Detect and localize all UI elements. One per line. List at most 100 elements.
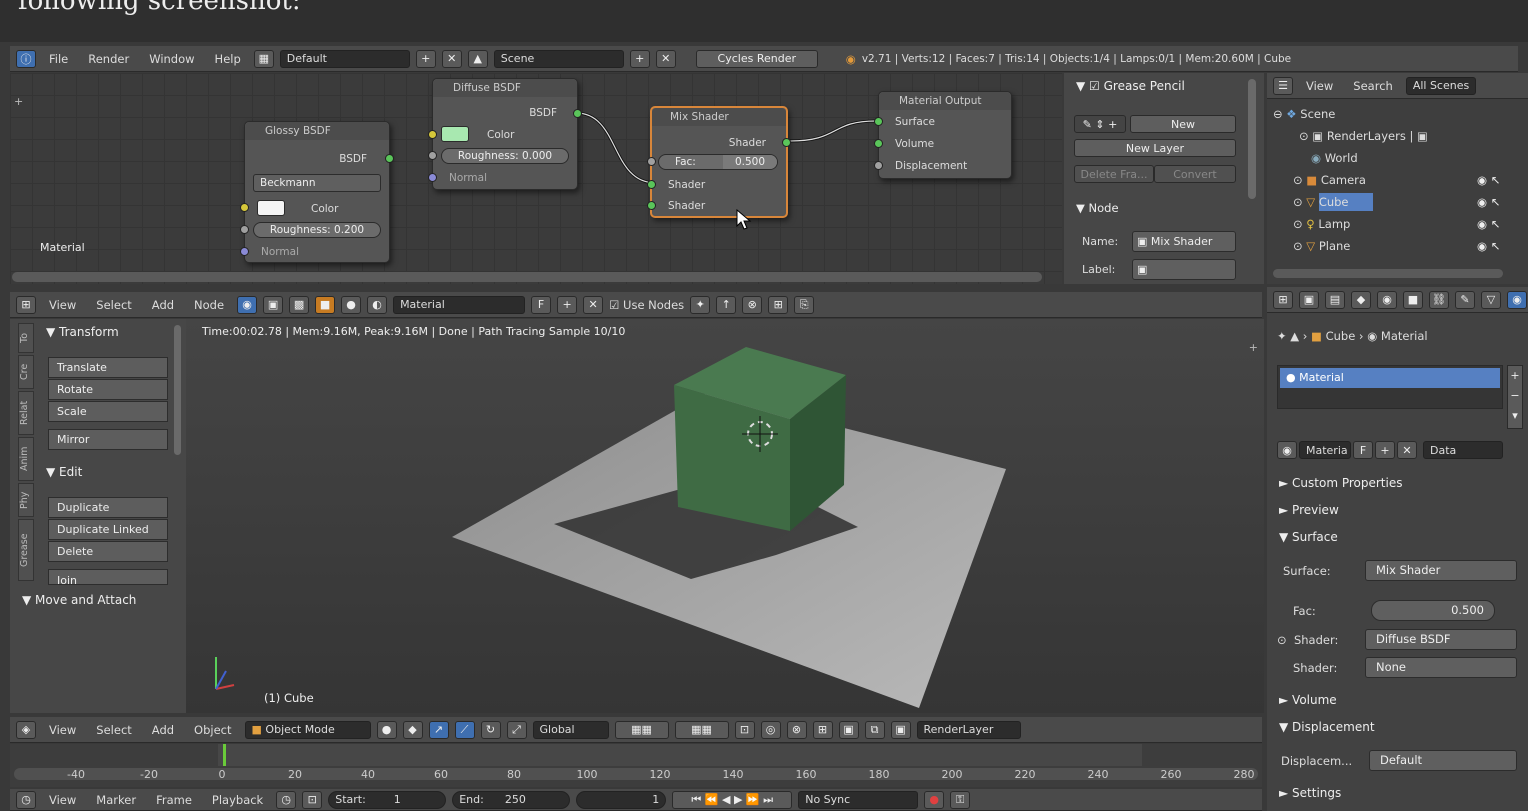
rotate-button[interactable]: Rotate [48,379,168,400]
material-tab-icon[interactable]: ◉ [1507,290,1527,309]
diffuse-bsdf-node[interactable]: Diffuse BSDF BSDF Color Roughness: 0.000… [428,78,582,190]
timeline-editor-icon[interactable]: ◷ [16,790,36,809]
layout-selector[interactable]: Default [279,49,410,68]
camera-visibility-icon[interactable]: ◉ ↖ [1477,173,1500,187]
slot-add-remove-buttons[interactable]: + − ▾ [1507,365,1523,429]
material-browse-icon[interactable]: ◉ [1277,441,1297,459]
outliner-item-camera[interactable]: ⊙ ■ Camera [1293,173,1366,187]
material-link-selector[interactable]: Data [1423,441,1503,459]
info-editor-icon[interactable]: ⓘ [16,49,36,68]
join-button[interactable]: Join [48,569,168,585]
diffuse-node-title[interactable]: Diffuse BSDF [433,79,577,97]
menu-window[interactable]: Window [142,52,201,66]
layout-add-icon[interactable]: + [415,49,436,68]
transform-orientation-selector[interactable]: Global [532,720,609,739]
scene-remove-icon[interactable]: ✕ [655,49,676,68]
output-displacement-socket[interactable] [874,161,883,170]
shader1-dropdown[interactable]: Diffuse BSDF [1365,629,1517,650]
glossy-normal-socket[interactable] [240,247,249,256]
properties-editor-icon[interactable]: ⊞ [1273,290,1293,309]
object-tab-icon[interactable]: ■ [1403,290,1423,309]
tab-grease-pencil[interactable]: Grease [18,519,34,581]
start-frame-field[interactable]: Start: 1 [328,790,447,809]
toolshelf-scrollbar[interactable] [174,325,181,455]
node-name-field[interactable]: ▣ Mix Shader [1132,231,1236,252]
interaction-mode-selector[interactable]: ■ Object Mode [244,720,371,739]
tab-animation[interactable]: Anim [18,437,34,481]
output-node-title[interactable]: Material Output [879,92,1011,110]
texture-nodes-icon[interactable]: ▩ [289,295,310,314]
breadcrumb-cube[interactable]: Cube [1326,329,1356,343]
material-slot-list[interactable]: ● Material [1277,365,1503,409]
snap-toggle-icon[interactable]: ⊗ [786,720,807,739]
displacement-dropdown[interactable]: Default [1369,750,1517,771]
outliner-view-menu[interactable]: View [1299,79,1340,93]
layers-grid-1[interactable]: ▦▦ [614,720,669,739]
constraints-tab-icon[interactable]: ⛓ [1429,290,1449,309]
layers-grid-2[interactable]: ▦▦ [674,720,729,739]
world-tab-icon[interactable]: ◉ [1377,290,1397,309]
node-editor-type-icon[interactable]: ⊞ [16,295,36,314]
viewport-add-menu[interactable]: Add [145,723,181,737]
render-layer-icon[interactable]: ▣ [890,720,911,739]
node-label-field[interactable]: ▣ [1132,259,1236,280]
glossy-roughness-field[interactable]: Roughness: 0.200 [253,222,381,238]
timeline[interactable] [10,744,1262,787]
custom-properties-panel[interactable]: ► Custom Properties [1279,476,1402,490]
diffuse-roughness-field[interactable]: Roughness: 0.000 [441,148,569,164]
delete-frame-button[interactable]: Delete Fra... [1074,165,1154,183]
playback-controls-icon[interactable]: ⏮ ⏪ ◀ ▶ ⏩ ⏭ [672,790,793,809]
node-editor-canvas[interactable]: Material + Glossy BSDF BSDF Beckmann Col… [10,73,1062,284]
outliner-scrollbar[interactable] [1273,269,1503,278]
render-engine-selector[interactable]: Cycles Render [695,49,818,68]
diffuse-roughness-socket[interactable] [428,151,437,160]
snap-icon[interactable]: ⊗ [742,295,763,314]
glossy-node-title[interactable]: Glossy BSDF [245,122,389,140]
copy-nodes-icon[interactable]: ⎘ [794,295,815,314]
compositing-nodes-icon[interactable]: ▣ [263,295,284,314]
data-tab-icon[interactable]: ▽ [1481,290,1501,309]
diffuse-color-socket[interactable] [428,130,437,139]
timeline-scrollbar[interactable] [14,768,1258,780]
tab-relations[interactable]: Relat [18,391,34,435]
mix-shader-node[interactable]: Mix Shader Shader Fac: 0.500 Shader Shade… [647,106,791,218]
glossy-distribution-dropdown[interactable]: Beckmann [253,174,381,192]
node-panel-header[interactable]: ▼ Node [1076,201,1119,215]
translate-button[interactable]: Translate [48,357,168,378]
scale-manipulator-icon[interactable]: ⤢ [506,720,527,739]
timeline-frame-menu[interactable]: Frame [149,793,199,807]
node-select-menu[interactable]: Select [89,298,138,312]
transform-panel-header[interactable]: ▼ Transform [46,325,119,339]
parent-node-icon[interactable]: ↑ [716,295,737,314]
mirror-button[interactable]: Mirror [48,429,168,450]
mix-shader-input2-socket[interactable] [647,201,656,210]
current-frame-marker[interactable] [223,744,226,766]
diffuse-normal-socket[interactable] [428,173,437,182]
surface-shader-dropdown[interactable]: Mix Shader [1365,560,1517,581]
node-view-menu[interactable]: View [42,298,83,312]
world-shader-icon[interactable]: ● [341,295,362,314]
node-editor-scrollbar[interactable] [12,272,1042,282]
timeline-view-menu[interactable]: View [42,793,83,807]
outliner-editor-icon[interactable]: ☰ [1273,76,1293,95]
outliner-item-renderlayers[interactable]: ⊙ ▣ RenderLayers | ▣ [1299,129,1428,143]
material-remove-icon[interactable]: ✕ [583,295,604,314]
tab-create[interactable]: Cre [18,355,34,389]
opengl-render-icon[interactable]: ▣ [838,720,859,739]
volume-panel[interactable]: ► Volume [1279,693,1337,707]
grease-pencil-new-button[interactable]: New [1130,115,1236,133]
duplicate-button[interactable]: Duplicate [48,497,168,518]
glossy-color-socket[interactable] [240,203,249,212]
surface-panel[interactable]: ▼ Surface [1279,530,1338,544]
keying-set-icon[interactable]: ⚿ [950,790,971,809]
scene-selector[interactable]: Scene [493,49,624,68]
material-slot-row[interactable]: ● Material [1280,368,1500,388]
convert-button[interactable]: Convert [1154,165,1236,183]
end-frame-field[interactable]: End: 250 [452,790,571,809]
modifiers-tab-icon[interactable]: ✎ [1455,290,1475,309]
material-new-icon[interactable]: + [1375,441,1395,459]
scale-button[interactable]: Scale [48,401,168,422]
snap-element-icon[interactable]: ⊞ [768,295,789,314]
mix-shader-input1-socket[interactable] [647,180,656,189]
pivot-point-icon[interactable]: ◆ [402,720,423,739]
